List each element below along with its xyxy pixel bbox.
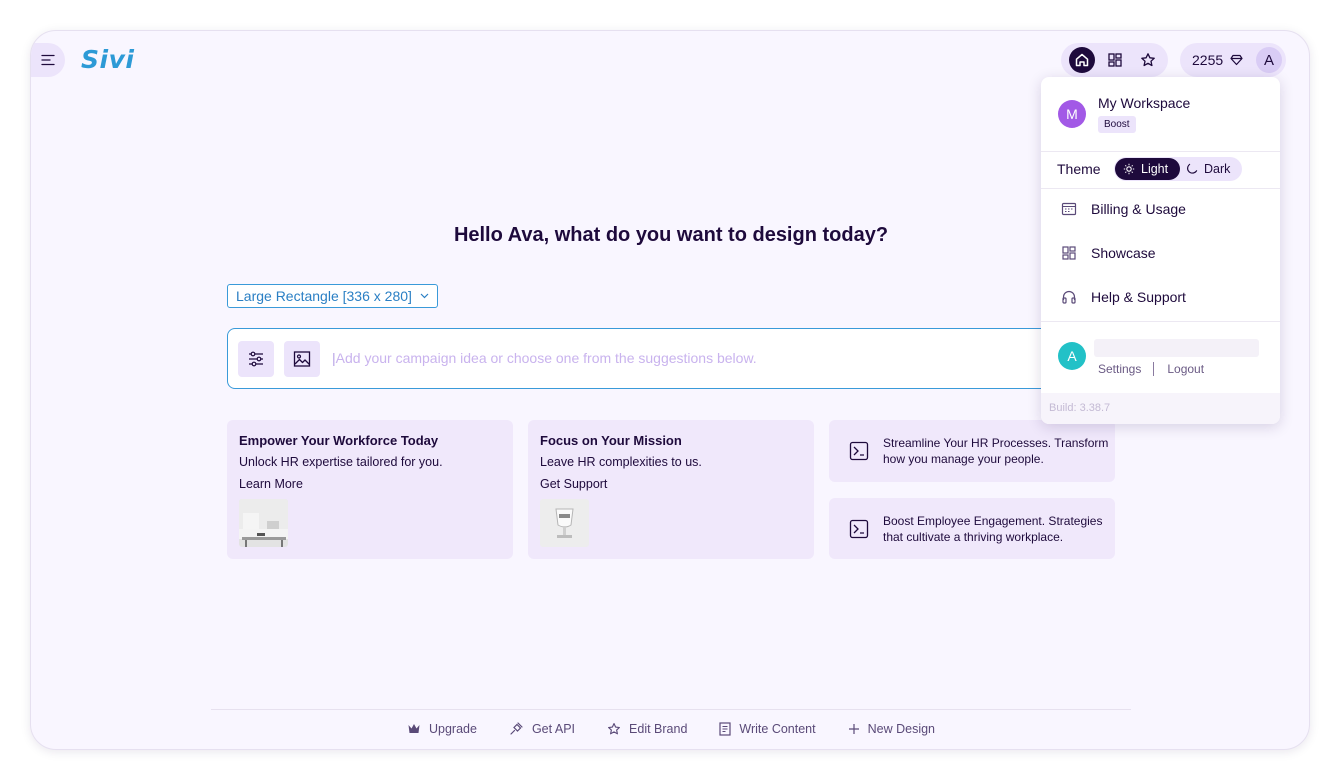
card-link[interactable]: Get Support [540, 477, 607, 491]
app-logo[interactable]: Sivi [81, 45, 134, 74]
upgrade-button[interactable]: Upgrade [407, 721, 477, 736]
card-subtitle: Leave HR complexities to us. [540, 455, 702, 469]
trophy-image [540, 499, 589, 547]
crown-icon [408, 724, 420, 733]
star-icon [608, 722, 621, 734]
image-icon [293, 351, 311, 367]
home-icon [1075, 53, 1088, 67]
app-window: Sivi 2255 A Hello Ava, what do you want … [30, 30, 1310, 750]
build-version: Build: 3.38.7 [1041, 393, 1280, 424]
suggestion-line: how you manage your people. [883, 452, 1044, 466]
prompt-icon [849, 519, 869, 539]
write-content-label: Write Content [739, 721, 816, 736]
card-thumbnail [239, 499, 288, 547]
chevron-down-icon [420, 293, 429, 299]
document-icon [719, 721, 732, 736]
suggestion-line: Boost Employee Engagement. Strategies [883, 514, 1103, 528]
user-name-placeholder [1094, 339, 1259, 357]
suggestion-card[interactable]: Empower Your Workforce Today Unlock HR e… [227, 420, 513, 559]
suggestion-line: Streamline Your HR Processes. Transform [883, 436, 1109, 450]
credits-pill[interactable]: 2255 A [1180, 43, 1286, 77]
sun-icon [1123, 163, 1135, 175]
home-button[interactable] [1068, 47, 1095, 73]
card-subtitle: Unlock HR expertise tailored for you. [239, 455, 443, 469]
divider [1041, 321, 1280, 322]
showcase-icon [1062, 246, 1076, 260]
theme-toggle: Light Dark [1114, 157, 1242, 181]
help-support-label: Help & Support [1091, 289, 1186, 305]
card-link[interactable]: Learn More [239, 477, 303, 491]
plan-badge: Boost [1098, 116, 1136, 133]
showcase-label: Showcase [1091, 245, 1156, 261]
suggestion-text: Streamline Your HR Processes. Transform … [883, 435, 1109, 467]
credits-count: 2255 [1192, 52, 1224, 68]
plus-icon [848, 723, 859, 734]
edit-brand-button[interactable]: Edit Brand [607, 721, 687, 736]
office-desk-image [239, 499, 288, 547]
get-api-button[interactable]: Get API [509, 721, 575, 736]
plug-icon [510, 722, 523, 735]
image-upload-button[interactable] [284, 341, 320, 377]
suggestion-line: that cultivate a thriving workplace. [883, 530, 1064, 544]
templates-button[interactable] [1102, 47, 1128, 73]
theme-light-label: Light [1141, 162, 1169, 176]
sliders-icon [249, 351, 263, 367]
favorites-button[interactable] [1135, 47, 1161, 73]
theme-dark-label: Dark [1204, 162, 1231, 176]
star-icon [1140, 53, 1155, 67]
bottom-toolbar: Upgrade Get API Edit Brand Write Content [31, 721, 1309, 736]
bottom-divider [211, 709, 1131, 710]
billing-usage-item[interactable]: Billing & Usage [1061, 201, 1186, 217]
account-links: Settings Logout [1098, 362, 1204, 376]
suggestion-card[interactable]: Focus on Your Mission Leave HR complexit… [528, 420, 814, 559]
prompt-box: |Add your campaign idea or choose one fr… [227, 328, 1115, 389]
billing-usage-label: Billing & Usage [1091, 201, 1186, 217]
size-select-value: Large Rectangle [336 x 280] [236, 288, 412, 304]
settings-link[interactable]: Settings [1098, 362, 1141, 376]
card-title: Empower Your Workforce Today [239, 433, 439, 448]
divider [1041, 188, 1280, 189]
moon-icon [1186, 163, 1198, 174]
diamond-icon [1230, 54, 1243, 66]
card-thumbnail [540, 499, 589, 547]
headset-icon [1062, 290, 1076, 304]
new-design-button[interactable]: New Design [848, 721, 935, 736]
user-dropdown: M My Workspace Boost Theme Light Dark Bi… [1041, 77, 1280, 424]
suggestion-chip[interactable]: Boost Employee Engagement. Strategies th… [829, 498, 1115, 559]
workspace-name[interactable]: My Workspace [1098, 95, 1190, 111]
grid-icon [1107, 53, 1122, 67]
menu-button[interactable] [31, 43, 65, 77]
prompt-input[interactable]: |Add your campaign idea or choose one fr… [332, 350, 757, 366]
user-avatar: A [1058, 342, 1086, 370]
showcase-item[interactable]: Showcase [1061, 245, 1156, 261]
billing-icon [1061, 202, 1077, 216]
size-select[interactable]: Large Rectangle [336 x 280] [227, 284, 438, 308]
filters-button[interactable] [238, 341, 274, 377]
write-content-button[interactable]: Write Content [719, 721, 816, 736]
hamburger-icon [41, 54, 55, 66]
edit-brand-label: Edit Brand [629, 721, 688, 736]
logout-link[interactable]: Logout [1167, 362, 1204, 376]
suggestion-chip[interactable]: Streamline Your HR Processes. Transform … [829, 420, 1115, 482]
theme-light-option[interactable]: Light [1115, 158, 1180, 180]
upgrade-label: Upgrade [428, 721, 477, 736]
get-api-label: Get API [531, 721, 576, 736]
theme-label: Theme [1057, 161, 1101, 177]
link-separator [1153, 362, 1155, 376]
card-title: Focus on Your Mission [540, 433, 682, 448]
user-avatar-button[interactable]: A [1256, 47, 1282, 73]
prompt-placeholder: Add your campaign idea or choose one fro… [335, 350, 757, 366]
prompt-icon [849, 441, 869, 461]
suggestion-text: Boost Employee Engagement. Strategies th… [883, 513, 1109, 545]
workspace-avatar: M [1058, 100, 1086, 128]
nav-pill [1061, 43, 1168, 77]
theme-dark-option[interactable]: Dark [1186, 158, 1230, 180]
divider [1041, 151, 1280, 152]
help-support-item[interactable]: Help & Support [1061, 289, 1186, 305]
new-design-label: New Design [867, 721, 935, 736]
